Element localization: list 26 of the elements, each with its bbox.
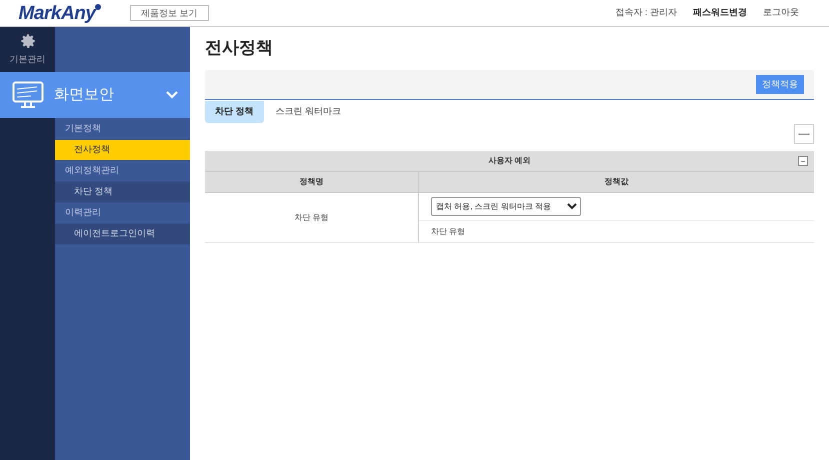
password-link[interactable]: 패스워드변경 — [693, 6, 747, 20]
dot-icon — [95, 4, 102, 10]
table-title: 사용자 예외 — [488, 155, 531, 167]
policy-select[interactable]: 캡처 허용, 스크린 워터마크 적용 — [431, 197, 581, 216]
page-title: 전사정책 — [205, 37, 274, 60]
user-label: 접속자 : 관리자 — [615, 6, 677, 20]
chevron-icon — [166, 91, 178, 99]
logout-link[interactable]: 로그아웃 — [763, 6, 799, 20]
column-header: 정책값 — [604, 176, 630, 188]
section-label: 화면보안 — [54, 84, 114, 105]
logo: MarkAny — [18, 4, 96, 22]
menu-item[interactable]: 차단 정책 — [55, 182, 190, 203]
rail-item[interactable]: 기본관리 — [0, 27, 55, 72]
monitor-icon — [12, 81, 44, 109]
menu-item[interactable]: 전사정책 — [55, 140, 190, 161]
table-cell-text: 차단 유형 — [430, 226, 466, 238]
tab[interactable]: 차단 정책 — [205, 101, 264, 123]
tab[interactable]: 스크린 워터마크 — [266, 101, 352, 123]
collapse-button[interactable]: — — [794, 124, 814, 144]
collapse-toggle[interactable]: − — [798, 156, 808, 166]
table-cell: 차단 유형 — [205, 193, 419, 242]
menu-item[interactable]: 에이전트로그인이력 — [55, 224, 190, 245]
product-info-button[interactable]: 제품정보 보기 — [130, 5, 209, 21]
rail-label: 기본관리 — [10, 53, 46, 66]
gear-icon — [18, 32, 36, 50]
column-header: 정책명 — [205, 172, 419, 192]
